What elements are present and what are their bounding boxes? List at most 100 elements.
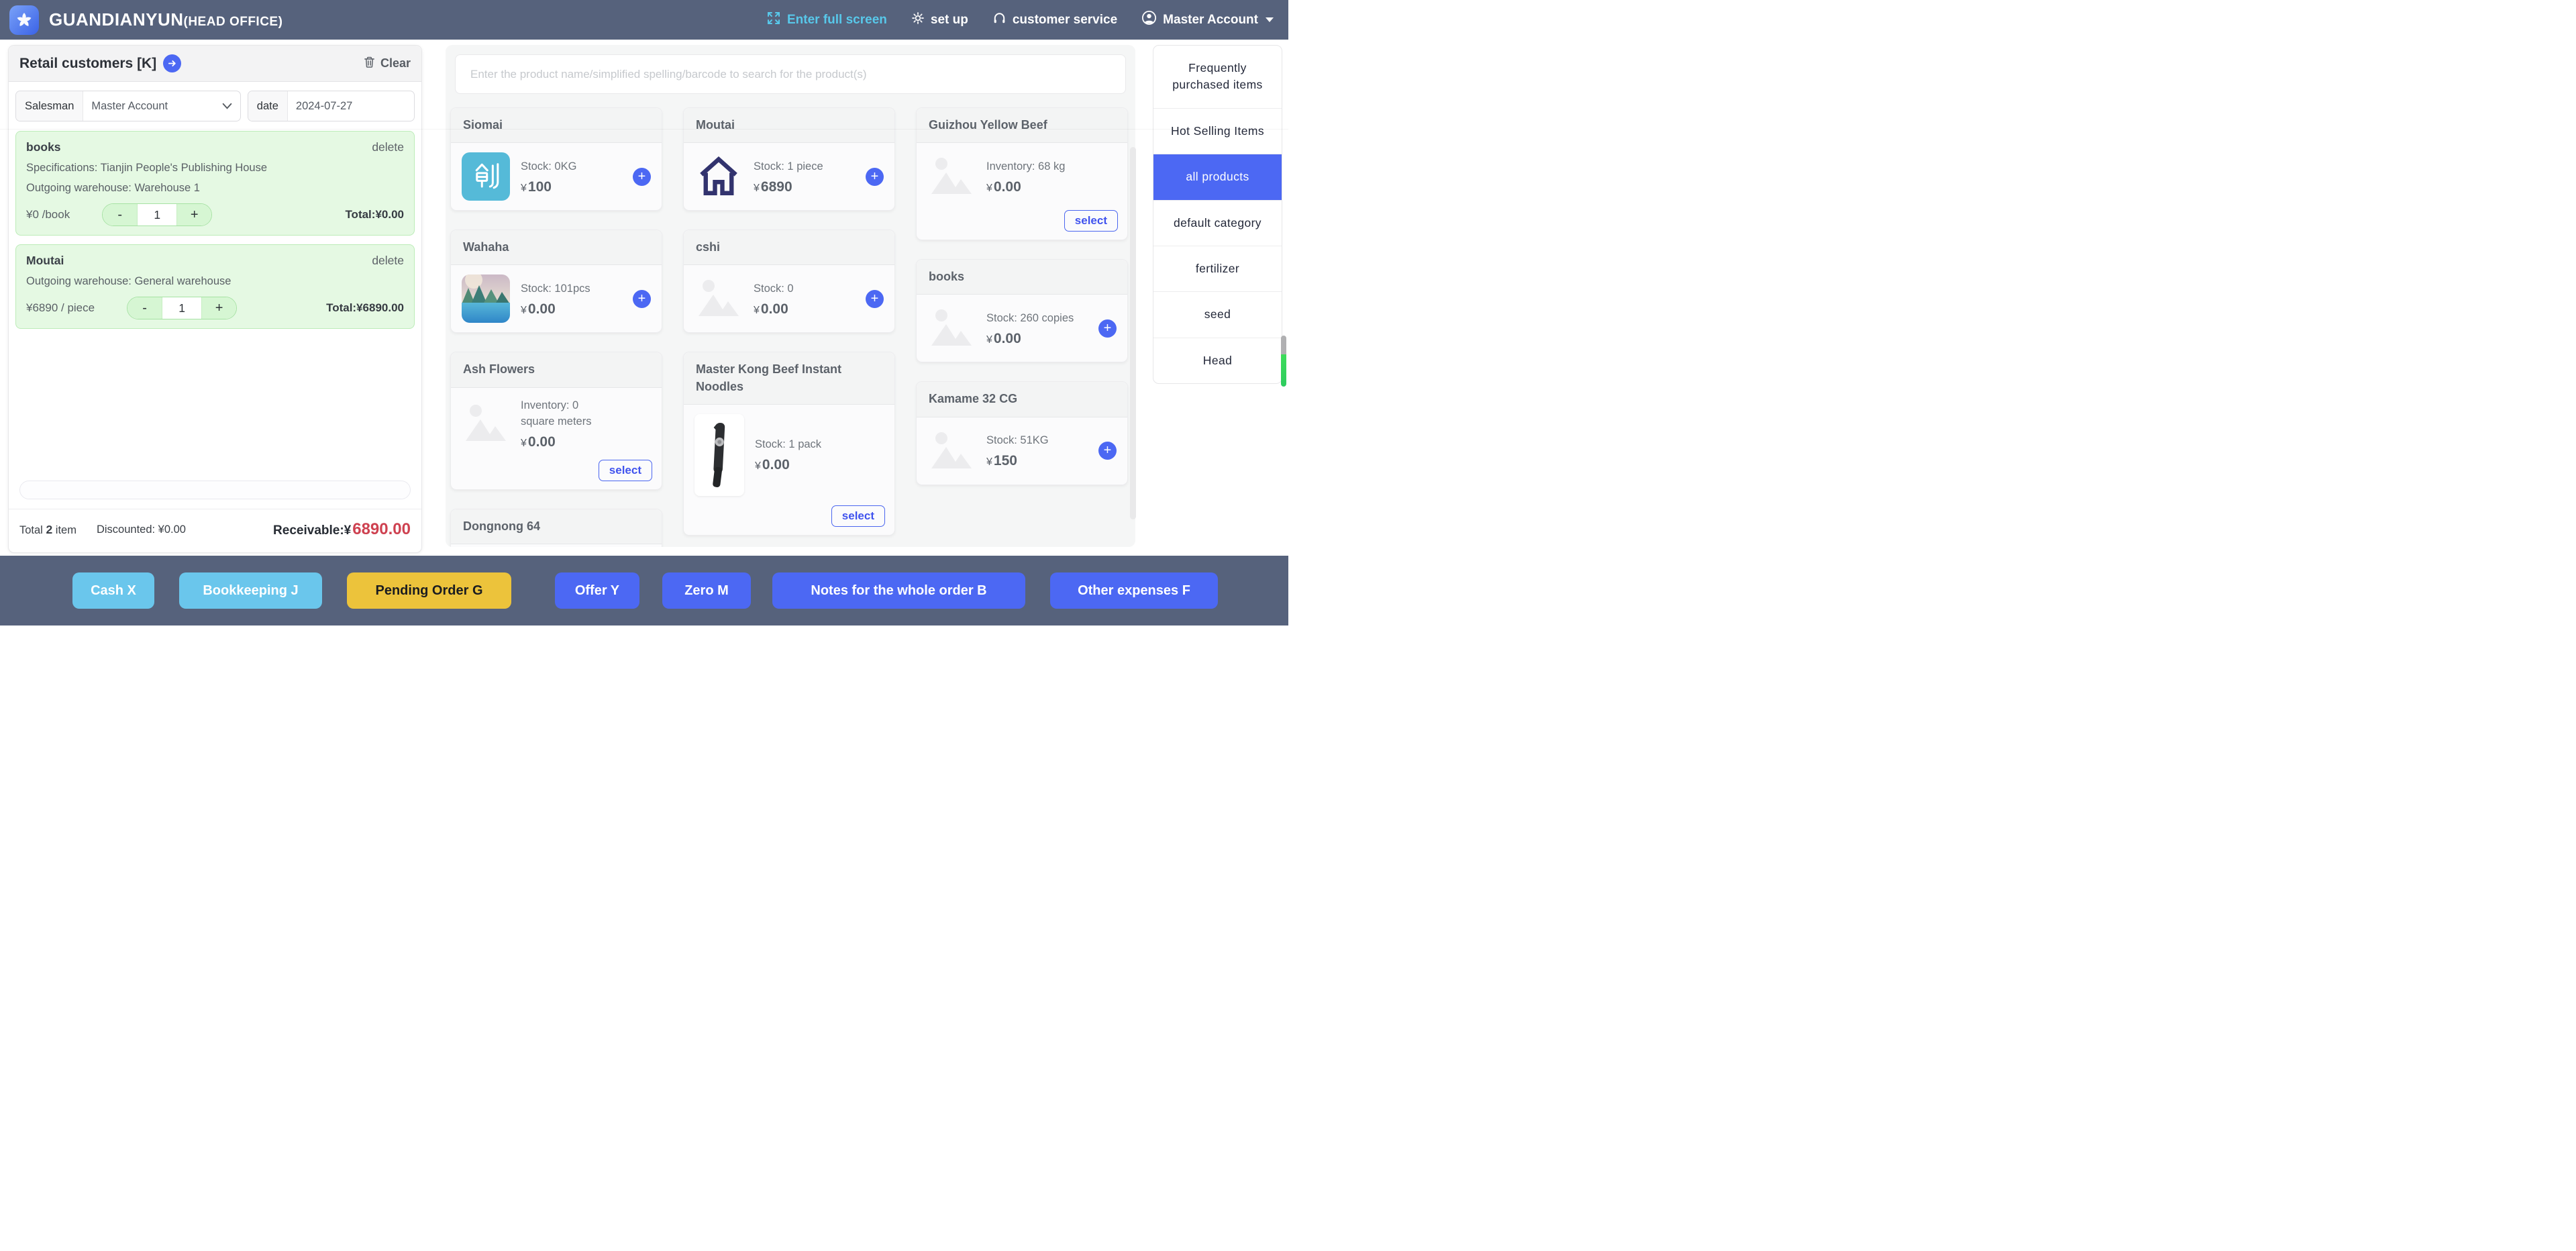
salesman-select[interactable]: Master Account xyxy=(83,91,240,121)
product-info: Stock: 1 pack ¥ 0.00 xyxy=(755,436,821,473)
product-info: Stock: 101pcs ¥ 0.00 xyxy=(521,281,590,317)
qty-plus-button[interactable]: + xyxy=(177,204,211,226)
product-info: Stock: 1 piece ¥ 6890 xyxy=(754,158,823,195)
product-stock: Stock: 51KG xyxy=(986,432,1049,449)
product-body: Stock: 1 piece ¥ 6890 + xyxy=(684,143,894,210)
delete-item-button[interactable]: delete xyxy=(372,140,404,154)
price-amount: 6890 xyxy=(761,179,792,195)
cart-item-books[interactable]: books delete Specifications: Tianjin Peo… xyxy=(15,131,415,236)
enter-fullscreen-button[interactable]: Enter full screen xyxy=(766,11,887,30)
product-card-master-kong[interactable]: Master Kong Beef Instant Noodles xyxy=(683,352,895,535)
select-product-button[interactable]: select xyxy=(599,460,652,481)
product-stock: Stock: 0 xyxy=(754,281,794,297)
app-title-main: GUANDIANYUN xyxy=(49,9,184,30)
currency-symbol: ¥ xyxy=(755,460,761,472)
product-stock: Stock: 0KG xyxy=(521,158,576,175)
product-price: ¥ 0.00 xyxy=(986,331,1074,347)
qty-input[interactable] xyxy=(162,297,202,319)
add-product-button[interactable]: + xyxy=(866,168,884,186)
total-unit: item xyxy=(56,524,76,536)
sidebar-item-fertilizer[interactable]: fertilizer xyxy=(1153,246,1282,292)
pending-order-button[interactable]: Pending Order G xyxy=(347,572,511,609)
product-price: ¥ 0.00 xyxy=(986,179,1065,195)
sidebar-item-frequently-purchased[interactable]: Frequently purchased items xyxy=(1153,46,1282,109)
setup-label: set up xyxy=(931,13,968,28)
product-card-kamame-32-cg[interactable]: Kamame 32 CG Stock: 51KG ¥ xyxy=(916,381,1128,485)
product-body: Stock: 101pcs ¥ 0.00 + xyxy=(451,265,662,332)
product-info: Inventory: 68 kg ¥ 0.00 xyxy=(986,158,1065,195)
product-card-dongnong-64[interactable]: Dongnong 64 xyxy=(450,509,662,547)
total-count: Total 2 item xyxy=(19,523,76,537)
price-amount: 150 xyxy=(994,453,1017,469)
product-name: Moutai xyxy=(684,108,894,143)
whole-order-notes-button[interactable]: Notes for the whole order B xyxy=(772,572,1025,609)
sidebar-item-default-category[interactable]: default category xyxy=(1153,201,1282,246)
qty-minus-button[interactable]: - xyxy=(103,204,137,226)
cash-button[interactable]: Cash X xyxy=(72,572,154,609)
cart-item-warehouse: Outgoing warehouse: Warehouse 1 xyxy=(26,182,404,195)
product-column-2: Moutai Stock: 1 piece ¥ 6 xyxy=(683,107,895,547)
qty-minus-button[interactable]: - xyxy=(127,297,162,319)
clear-cart-button[interactable]: Clear xyxy=(363,56,411,72)
search-row xyxy=(455,54,1126,94)
other-expenses-button[interactable]: Other expenses F xyxy=(1050,572,1218,609)
product-card-moutai[interactable]: Moutai Stock: 1 piece ¥ 6 xyxy=(683,107,895,211)
product-name: cshi xyxy=(684,230,894,265)
moutai-house-logo-icon xyxy=(694,152,743,201)
image-placeholder-icon xyxy=(927,304,976,352)
sidebar-item-all-products[interactable]: all products xyxy=(1153,154,1282,200)
qty-input[interactable] xyxy=(137,204,177,226)
sidebar-item-head[interactable]: Head xyxy=(1153,338,1282,383)
products-scrollbar[interactable] xyxy=(1130,147,1136,519)
price-amount: 0.00 xyxy=(994,179,1021,195)
zero-button[interactable]: Zero M xyxy=(662,572,751,609)
currency-symbol: ¥ xyxy=(754,305,760,317)
product-card-guizhou-yellow-beef[interactable]: Guizhou Yellow Beef Inventory: 68 kg ¥ xyxy=(916,107,1128,240)
scrollbar-thumb-gray xyxy=(1281,336,1286,354)
quantity-stepper: - + xyxy=(127,297,237,319)
clear-label: Clear xyxy=(380,56,411,70)
product-search-input[interactable] xyxy=(455,54,1126,94)
page-scrollbar-thumb[interactable] xyxy=(1281,336,1286,387)
add-product-button[interactable]: + xyxy=(1098,319,1117,338)
product-info: Stock: 51KG ¥ 150 xyxy=(986,432,1049,469)
product-card-cshi[interactable]: cshi Stock: 0 ¥ 0.00 xyxy=(683,230,895,333)
customer-arrow-button[interactable] xyxy=(163,54,181,72)
product-name: Kamame 32 CG xyxy=(917,382,1127,417)
product-column-1: Siomai xyxy=(450,107,662,547)
add-product-button[interactable]: + xyxy=(633,290,651,308)
cart-filters: Salesman Master Account date 2024-07-27 xyxy=(9,82,421,124)
customer-service-button[interactable]: customer service xyxy=(992,11,1117,29)
product-card-books[interactable]: books Stock: 260 copies ¥ xyxy=(916,259,1128,362)
select-product-button[interactable]: select xyxy=(831,505,885,527)
offer-button[interactable]: Offer Y xyxy=(555,572,639,609)
select-product-button[interactable]: select xyxy=(1064,210,1118,232)
sidebar-item-seed[interactable]: seed xyxy=(1153,292,1282,338)
product-card-wahaha[interactable]: Wahaha xyxy=(450,230,662,333)
bookkeeping-button[interactable]: Bookkeeping J xyxy=(179,572,322,609)
account-menu[interactable]: Master Account xyxy=(1141,10,1274,30)
add-product-button[interactable]: + xyxy=(866,290,884,308)
price-amount: 100 xyxy=(528,179,552,195)
delete-item-button[interactable]: delete xyxy=(372,254,404,268)
product-card-siomai[interactable]: Siomai xyxy=(450,107,662,211)
sidebar-item-hot-selling[interactable]: Hot Selling Items xyxy=(1153,109,1282,154)
image-placeholder-icon xyxy=(927,427,976,475)
add-product-button[interactable]: + xyxy=(1098,442,1117,460)
fullscreen-label: Enter full screen xyxy=(787,13,887,28)
qty-plus-button[interactable]: + xyxy=(202,297,236,319)
chevron-down-icon xyxy=(222,100,232,113)
salesman-label: Salesman xyxy=(16,91,83,121)
product-name: Dongnong 64 xyxy=(451,509,662,544)
product-name: Wahaha xyxy=(451,230,662,265)
currency-symbol: ¥ xyxy=(521,305,527,317)
date-value: 2024-07-27 xyxy=(296,100,352,113)
add-product-button[interactable]: + xyxy=(633,168,651,186)
siomai-logo-icon xyxy=(462,152,510,201)
date-field[interactable]: 2024-07-27 xyxy=(288,91,414,121)
product-info: Inventory: 0 square meters ¥ 0.00 xyxy=(521,397,615,451)
product-card-ash-flowers[interactable]: Ash Flowers Inventory: 0 square meters ¥ xyxy=(450,352,662,490)
cart-item-moutai[interactable]: Moutai delete Outgoing warehouse: Genera… xyxy=(15,244,415,329)
cart-item-price: ¥0 /book xyxy=(26,208,70,221)
setup-button[interactable]: set up xyxy=(911,11,968,29)
